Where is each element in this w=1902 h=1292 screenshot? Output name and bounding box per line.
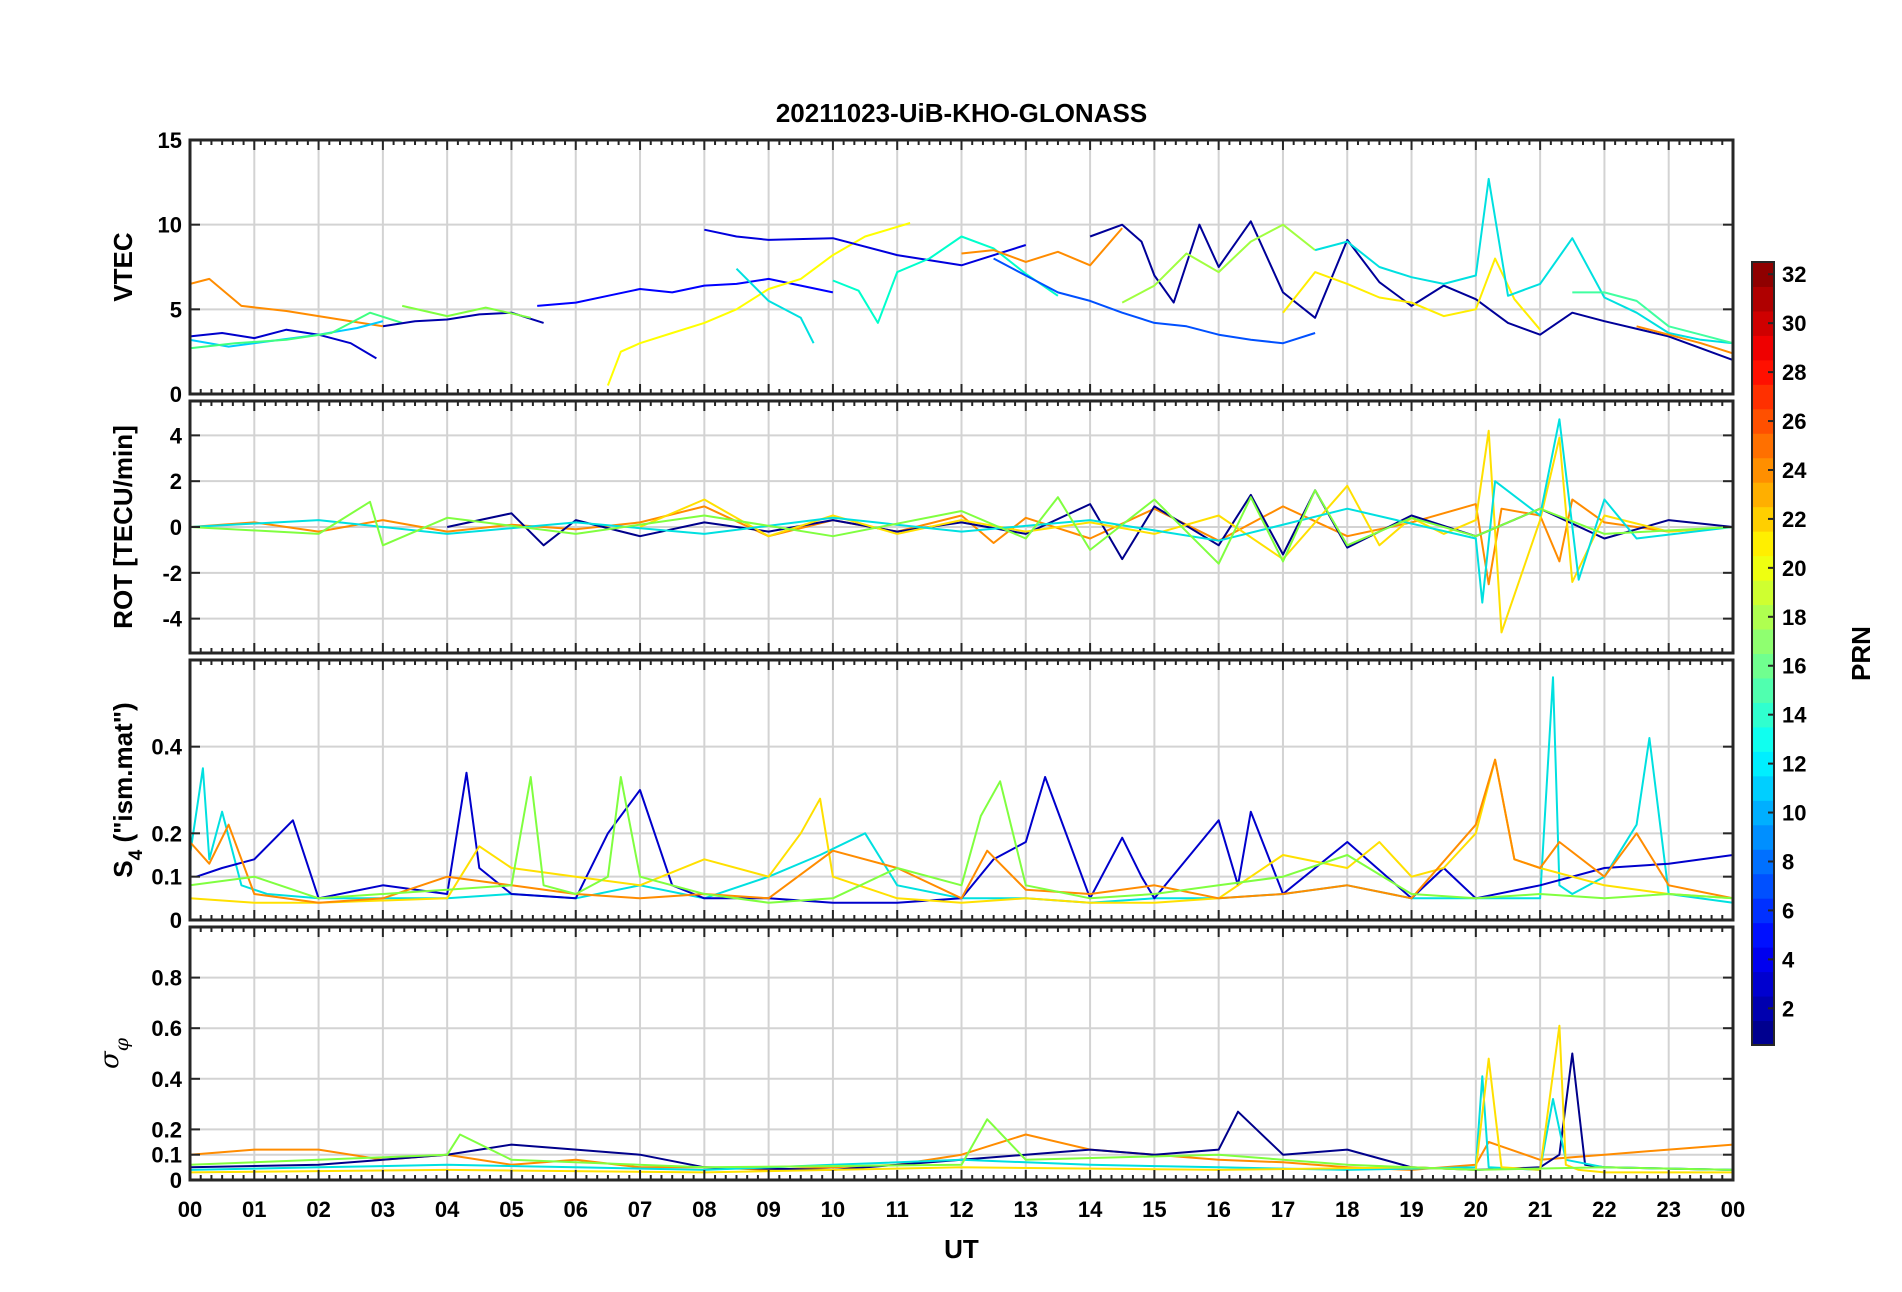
colorbar-segment	[1752, 580, 1774, 606]
colorbar-segment	[1752, 726, 1774, 752]
colorbar-tick-label: 16	[1782, 654, 1806, 679]
x-tick-label: 22	[1592, 1197, 1616, 1222]
x-tick-label: 19	[1399, 1197, 1423, 1222]
y-tick-label: 0.4	[151, 1067, 182, 1092]
colorbar-segment	[1752, 677, 1774, 703]
colorbar-segment	[1752, 531, 1774, 557]
colorbar-tick-label: 30	[1782, 311, 1806, 336]
colorbar-tick-label: 18	[1782, 605, 1806, 630]
y-tick-label: 0.2	[151, 821, 182, 846]
colorbar-tick-label: 22	[1782, 507, 1806, 532]
x-tick-label: 01	[242, 1197, 266, 1222]
y-tick-label: 0	[170, 1168, 182, 1193]
y-tick-label: -2	[162, 561, 182, 586]
colorbar-tick-label: 20	[1782, 556, 1806, 581]
y-tick-label: -4	[162, 607, 182, 632]
y-axis-label: VTEC	[108, 232, 138, 302]
colorbar-tick-label: 26	[1782, 409, 1806, 434]
colorbar-label: PRN	[1846, 626, 1876, 681]
y-tick-label: 4	[170, 423, 183, 448]
x-tick-label: 16	[1206, 1197, 1230, 1222]
y-tick-label: 15	[158, 128, 182, 153]
colorbar-segment	[1752, 873, 1774, 899]
colorbar-tick-label: 32	[1782, 262, 1806, 287]
y-axis-label: ROT [TECU/min]	[108, 425, 138, 629]
x-axis-label: UT	[944, 1234, 979, 1264]
y-tick-label: 2	[170, 469, 182, 494]
y-tick-label: 0.1	[151, 1143, 182, 1168]
colorbar-segment	[1752, 482, 1774, 508]
y-tick-label: 0.1	[151, 865, 182, 890]
colorbar-segment	[1752, 335, 1774, 361]
colorbar-segment	[1752, 629, 1774, 654]
y-tick-label: 0.4	[151, 735, 182, 760]
colorbar-tick-label: 8	[1782, 849, 1794, 874]
x-tick-label: 04	[435, 1197, 460, 1222]
colorbar-tick-label: 6	[1782, 898, 1794, 923]
x-tick-label: 11	[886, 1197, 909, 1222]
x-tick-label: 12	[949, 1197, 973, 1222]
x-tick-label: 21	[1528, 1197, 1552, 1222]
x-tick-label: 23	[1656, 1197, 1680, 1222]
x-tick-label: 06	[564, 1197, 588, 1222]
colorbar-tick-label: 2	[1782, 996, 1794, 1021]
colorbar-segment	[1752, 922, 1774, 948]
x-tick-label: 20	[1464, 1197, 1488, 1222]
y-tick-label: 0.8	[151, 966, 182, 991]
x-tick-label: 09	[756, 1197, 780, 1222]
chart-title: 20211023-UiB-KHO-GLONASS	[776, 98, 1147, 128]
x-tick-label: 13	[1014, 1197, 1038, 1222]
colorbar-tick-label: 24	[1782, 458, 1807, 483]
x-tick-label: 02	[306, 1197, 330, 1222]
y-tick-label: 10	[158, 213, 182, 238]
x-tick-label: 03	[371, 1197, 395, 1222]
y-tick-label: 0.2	[151, 1117, 182, 1142]
colorbar-tick-label: 14	[1782, 703, 1807, 728]
x-tick-label: 05	[499, 1197, 523, 1222]
x-tick-label: 08	[692, 1197, 716, 1222]
y-tick-label: 0	[170, 382, 182, 407]
x-tick-label: 14	[1078, 1197, 1103, 1222]
colorbar-segment	[1752, 384, 1774, 410]
y-tick-label: 5	[170, 297, 182, 322]
colorbar-segment	[1752, 1020, 1774, 1046]
colorbar-segment	[1752, 433, 1774, 459]
colorbar-segment	[1752, 824, 1774, 850]
colorbar-segment	[1752, 971, 1774, 997]
colorbar-tick-label: 12	[1782, 752, 1806, 777]
x-tick-label: 10	[821, 1197, 845, 1222]
x-tick-label: 00	[178, 1197, 202, 1222]
x-tick-label: 17	[1271, 1197, 1295, 1222]
colorbar-segment	[1752, 286, 1774, 312]
y-tick-label: 0	[170, 515, 182, 540]
x-tick-label: 15	[1142, 1197, 1166, 1222]
colorbar-tick-label: 10	[1782, 801, 1806, 826]
colorbar-tick-label: 28	[1782, 360, 1806, 385]
y-tick-label: 0.6	[151, 1016, 182, 1041]
x-tick-label: 00	[1721, 1197, 1745, 1222]
y-tick-label: 0	[170, 908, 182, 933]
figure: 051015VTEC20211023-UiB-KHO-GLONASS-4-202…	[0, 0, 1902, 1292]
colorbar-segment	[1752, 775, 1774, 801]
x-tick-label: 07	[628, 1197, 652, 1222]
x-tick-label: 18	[1335, 1197, 1359, 1222]
colorbar-tick-label: 4	[1782, 947, 1795, 972]
